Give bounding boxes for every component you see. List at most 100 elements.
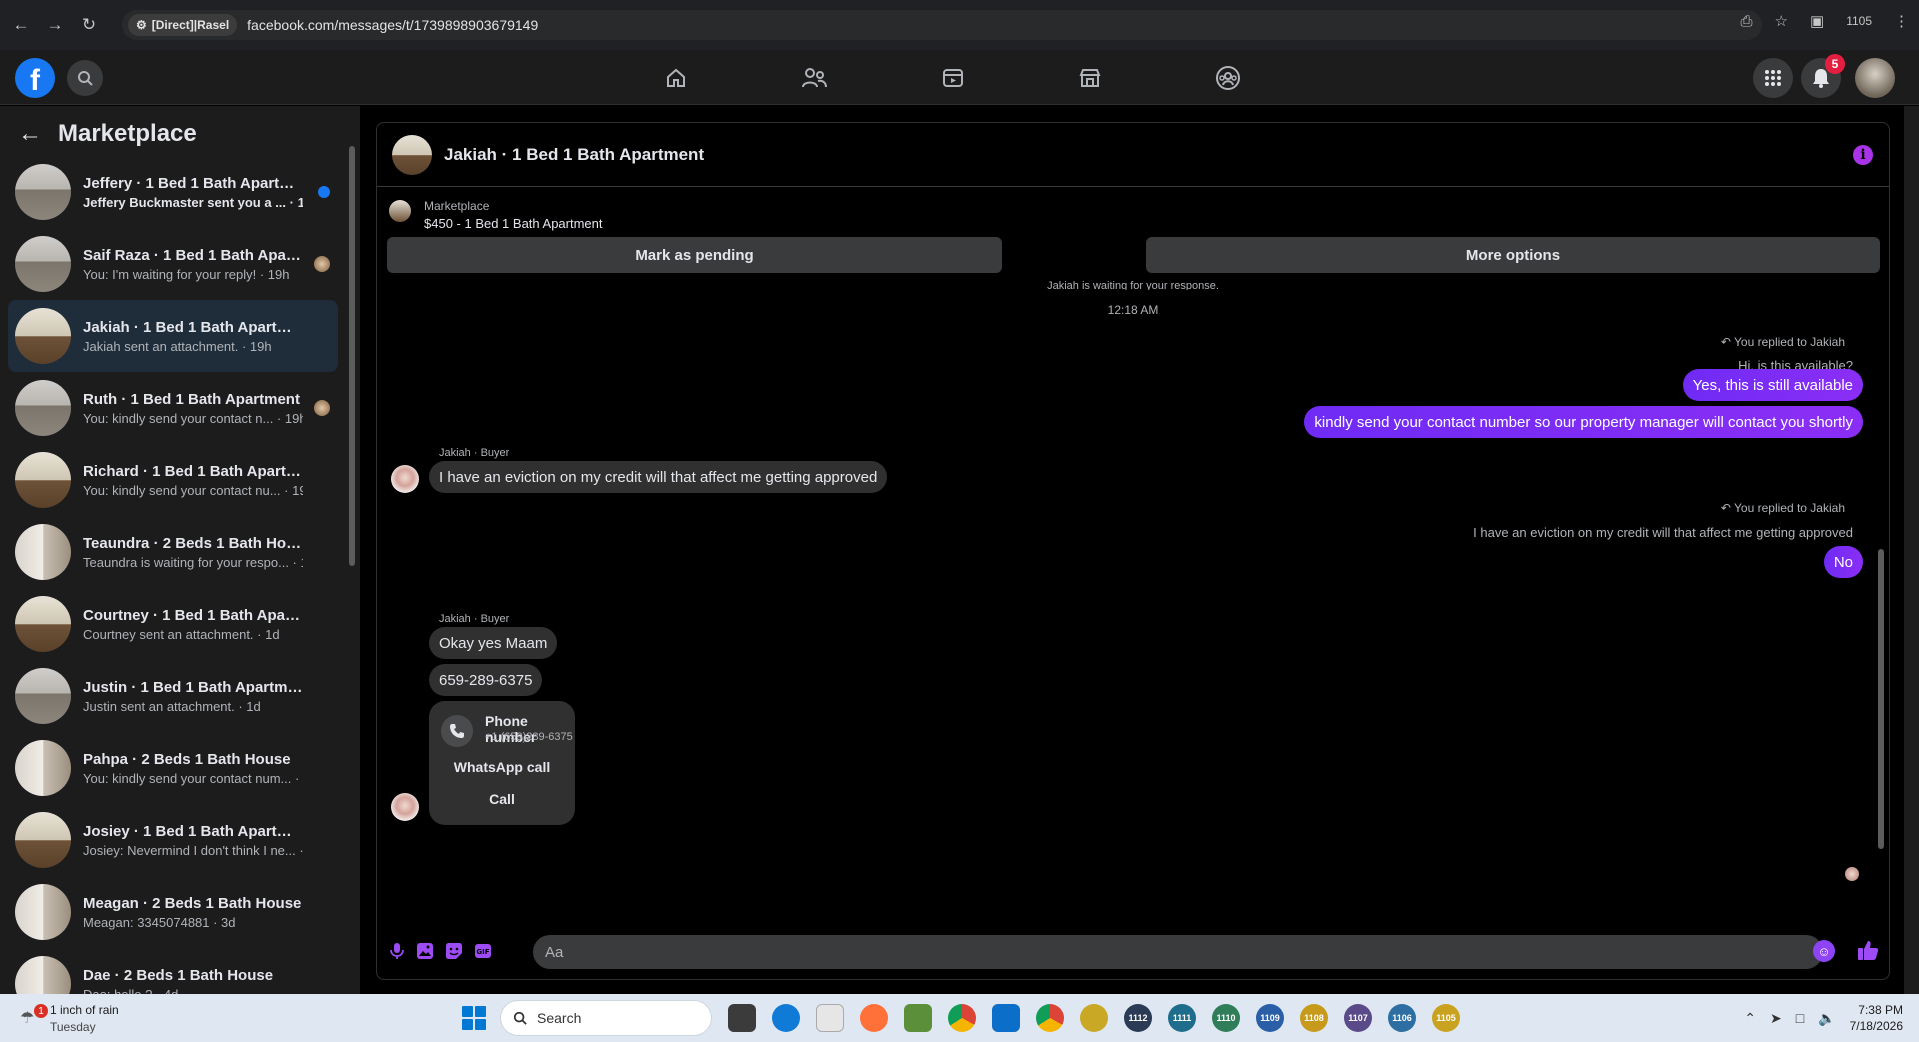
- location-icon[interactable]: ➤: [1770, 1010, 1782, 1027]
- conversation-item[interactable]: Josiey · 1 Bed 1 Bath Apartment Josiey: N…: [8, 804, 338, 876]
- forward-icon[interactable]: →: [42, 12, 68, 38]
- account-avatar[interactable]: [1855, 58, 1895, 98]
- tab-search-icon[interactable]: ▣: [1810, 12, 1824, 30]
- chat-avatar[interactable]: [392, 134, 432, 175]
- thumbs-up-icon[interactable]: [1855, 937, 1881, 963]
- conversation-item[interactable]: Saif Raza · 1 Bed 1 Bath Apart... You: I'…: [8, 228, 338, 300]
- conversation-preview: You: kindly send your contact num... · 3…: [83, 770, 303, 786]
- incoming-message[interactable]: I have an eviction on my credit will tha…: [429, 461, 888, 493]
- network-icon[interactable]: □: [1796, 1010, 1804, 1026]
- listing-thumbnail: [15, 956, 71, 994]
- windows-start-icon[interactable]: [462, 1006, 486, 1030]
- taskbar-app-icon[interactable]: 1112: [1124, 1004, 1152, 1032]
- contact-avatar[interactable]: [391, 793, 419, 821]
- system-clock[interactable]: 7:38 PM 7/18/2026: [1850, 1002, 1903, 1034]
- taskbar-app-icon[interactable]: 1105: [1432, 1004, 1460, 1032]
- back-icon[interactable]: ←: [8, 12, 34, 38]
- taskbar-search[interactable]: Search: [500, 1000, 712, 1036]
- conversation-item[interactable]: Teaundra · 2 Beds 1 Bath House Teaundra i…: [8, 516, 338, 588]
- edge-icon[interactable]: [772, 1004, 800, 1032]
- address-bar[interactable]: ⚙ [Direct]|Rasel facebook.com/messages/t…: [122, 10, 1762, 40]
- tab-count[interactable]: 1105: [1846, 14, 1872, 28]
- marketplace-icon[interactable]: [1074, 62, 1106, 94]
- weather-badge: 1: [34, 1004, 48, 1018]
- friends-icon[interactable]: [798, 62, 830, 94]
- site-info-chip[interactable]: ⚙ [Direct]|Rasel: [128, 14, 238, 36]
- conversation-item[interactable]: Dae · 2 Beds 1 Bath House Dae: hello ? · …: [8, 948, 338, 994]
- chrome-profile-icon[interactable]: [1036, 1004, 1064, 1032]
- conversation-item[interactable]: Ruth · 1 Bed 1 Bath Apartment You: kindly…: [8, 372, 338, 444]
- conversation-item[interactable]: Jakiah · 1 Bed 1 Bath Apartment Jakiah se…: [8, 300, 338, 372]
- info-icon[interactable]: i: [1853, 145, 1873, 165]
- conversation-item[interactable]: Meagan · 2 Beds 1 Bath House Meagan: 3345…: [8, 876, 338, 948]
- video-icon[interactable]: [937, 62, 969, 94]
- quoted-message[interactable]: I have an eviction on my credit will tha…: [1473, 525, 1853, 540]
- bookmark-star-icon[interactable]: ☆: [1775, 12, 1788, 30]
- chrome-icon[interactable]: [948, 1004, 976, 1032]
- gif-icon[interactable]: GIF: [473, 941, 493, 961]
- app-x-icon[interactable]: [1080, 1004, 1108, 1032]
- conversation-preview: You: kindly send your contact n... · 19h: [83, 410, 303, 426]
- notifications-bell-icon[interactable]: 5: [1801, 54, 1845, 98]
- chat-scrollbar[interactable]: [1877, 239, 1885, 863]
- windows-taskbar: ☂ 1 1 inch of rain Tuesday Search 1112 11…: [0, 994, 1919, 1042]
- conversation-item[interactable]: Courtney · 1 Bed 1 Bath Apartme... Courtn…: [8, 588, 338, 660]
- chat-title[interactable]: Jakiah · 1 Bed 1 Bath Apartment: [444, 145, 704, 165]
- taskbar-app-icon[interactable]: 1109: [1256, 1004, 1284, 1032]
- taskbar-app-icon[interactable]: 1111: [1168, 1004, 1196, 1032]
- message-composer: GIF Aa ☺: [377, 923, 1889, 979]
- menu-grid-icon[interactable]: [1753, 58, 1793, 98]
- back-arrow-icon[interactable]: ←: [18, 120, 42, 148]
- taskbar-app-icon[interactable]: 1110: [1212, 1004, 1240, 1032]
- conversation-name: Pahpa · 2 Beds 1 Bath House: [83, 750, 291, 768]
- conversation-item[interactable]: Richard · 1 Bed 1 Bath Apartment You: kin…: [8, 444, 338, 516]
- incoming-message[interactable]: 659-289-6375: [429, 664, 543, 696]
- message-input[interactable]: Aa: [533, 935, 1823, 969]
- conversation-item[interactable]: Justin · 1 Bed 1 Bath Apartment Justin se…: [8, 660, 338, 732]
- taskbar-app-icon[interactable]: 1108: [1300, 1004, 1328, 1032]
- spreadsheet-app-icon[interactable]: [904, 1004, 932, 1032]
- url-text[interactable]: facebook.com/messages/t/1739898903679149: [247, 17, 538, 33]
- taskbar-app-icon[interactable]: 1106: [1388, 1004, 1416, 1032]
- conversation-item[interactable]: Pahpa · 2 Beds 1 Bath House You: kindly s…: [8, 732, 338, 804]
- outgoing-message[interactable]: kindly send your contact number so our p…: [1304, 406, 1863, 438]
- volume-icon[interactable]: 🔈: [1818, 1010, 1835, 1027]
- install-app-icon[interactable]: ⎙: [1741, 13, 1753, 30]
- snipping-tool-icon[interactable]: [816, 1004, 844, 1032]
- facebook-logo-icon[interactable]: f: [15, 58, 55, 98]
- app-s-icon[interactable]: [992, 1004, 1020, 1032]
- microphone-icon[interactable]: [387, 941, 407, 961]
- whatsapp-call-button[interactable]: WhatsApp call: [429, 759, 575, 775]
- conversation-preview: Meagan: 3345074881 · 3d: [83, 914, 236, 930]
- emoji-icon[interactable]: ☺: [1813, 940, 1835, 962]
- sidebar-scrollbar[interactable]: [348, 126, 356, 976]
- conversation-name: Ruth · 1 Bed 1 Bath Apartment: [83, 390, 300, 408]
- outgoing-message[interactable]: No: [1823, 546, 1863, 578]
- groups-icon[interactable]: [1212, 62, 1244, 94]
- conversation-item[interactable]: Jeffery · 1 Bed 1 Bath Apartment Jeffery …: [8, 156, 338, 228]
- mark-pending-button[interactable]: Mark as pending: [387, 237, 1002, 273]
- conversation-preview: You: I'm waiting for your reply! · 19h: [83, 266, 290, 282]
- reload-icon[interactable]: ↻: [76, 12, 102, 38]
- call-button[interactable]: Call: [429, 791, 575, 807]
- sidebar-title: Marketplace: [58, 120, 197, 147]
- incoming-message[interactable]: Okay yes Maam: [429, 627, 558, 659]
- conversation-sidebar: ← Marketplace Jeffery · 1 Bed 1 Bath Apa…: [0, 106, 360, 994]
- home-icon[interactable]: [660, 62, 692, 94]
- firefox-icon[interactable]: [860, 1004, 888, 1032]
- taskbar-app-icon[interactable]: 1107: [1344, 1004, 1372, 1032]
- outgoing-message[interactable]: Yes, this is still available: [1682, 369, 1863, 401]
- browser-menu-icon[interactable]: ⋮: [1894, 12, 1909, 30]
- photo-icon[interactable]: [415, 941, 435, 961]
- sticker-icon[interactable]: [444, 941, 464, 961]
- listing-thumbnail: [15, 884, 71, 940]
- weather-widget[interactable]: ☂ 1 1 inch of rain Tuesday: [16, 1000, 136, 1036]
- chevron-up-icon[interactable]: ⌃: [1744, 1010, 1756, 1027]
- more-options-button[interactable]: More options: [1146, 237, 1880, 273]
- search-icon[interactable]: [67, 60, 103, 96]
- contact-avatar[interactable]: [391, 465, 419, 493]
- listing-thumbnail: [15, 596, 71, 652]
- listing-banner[interactable]: Marketplace $450 - 1 Bed 1 Bath Apartmen…: [377, 188, 1889, 238]
- page-scrollbar[interactable]: [1904, 106, 1919, 994]
- task-view-icon[interactable]: [728, 1004, 756, 1032]
